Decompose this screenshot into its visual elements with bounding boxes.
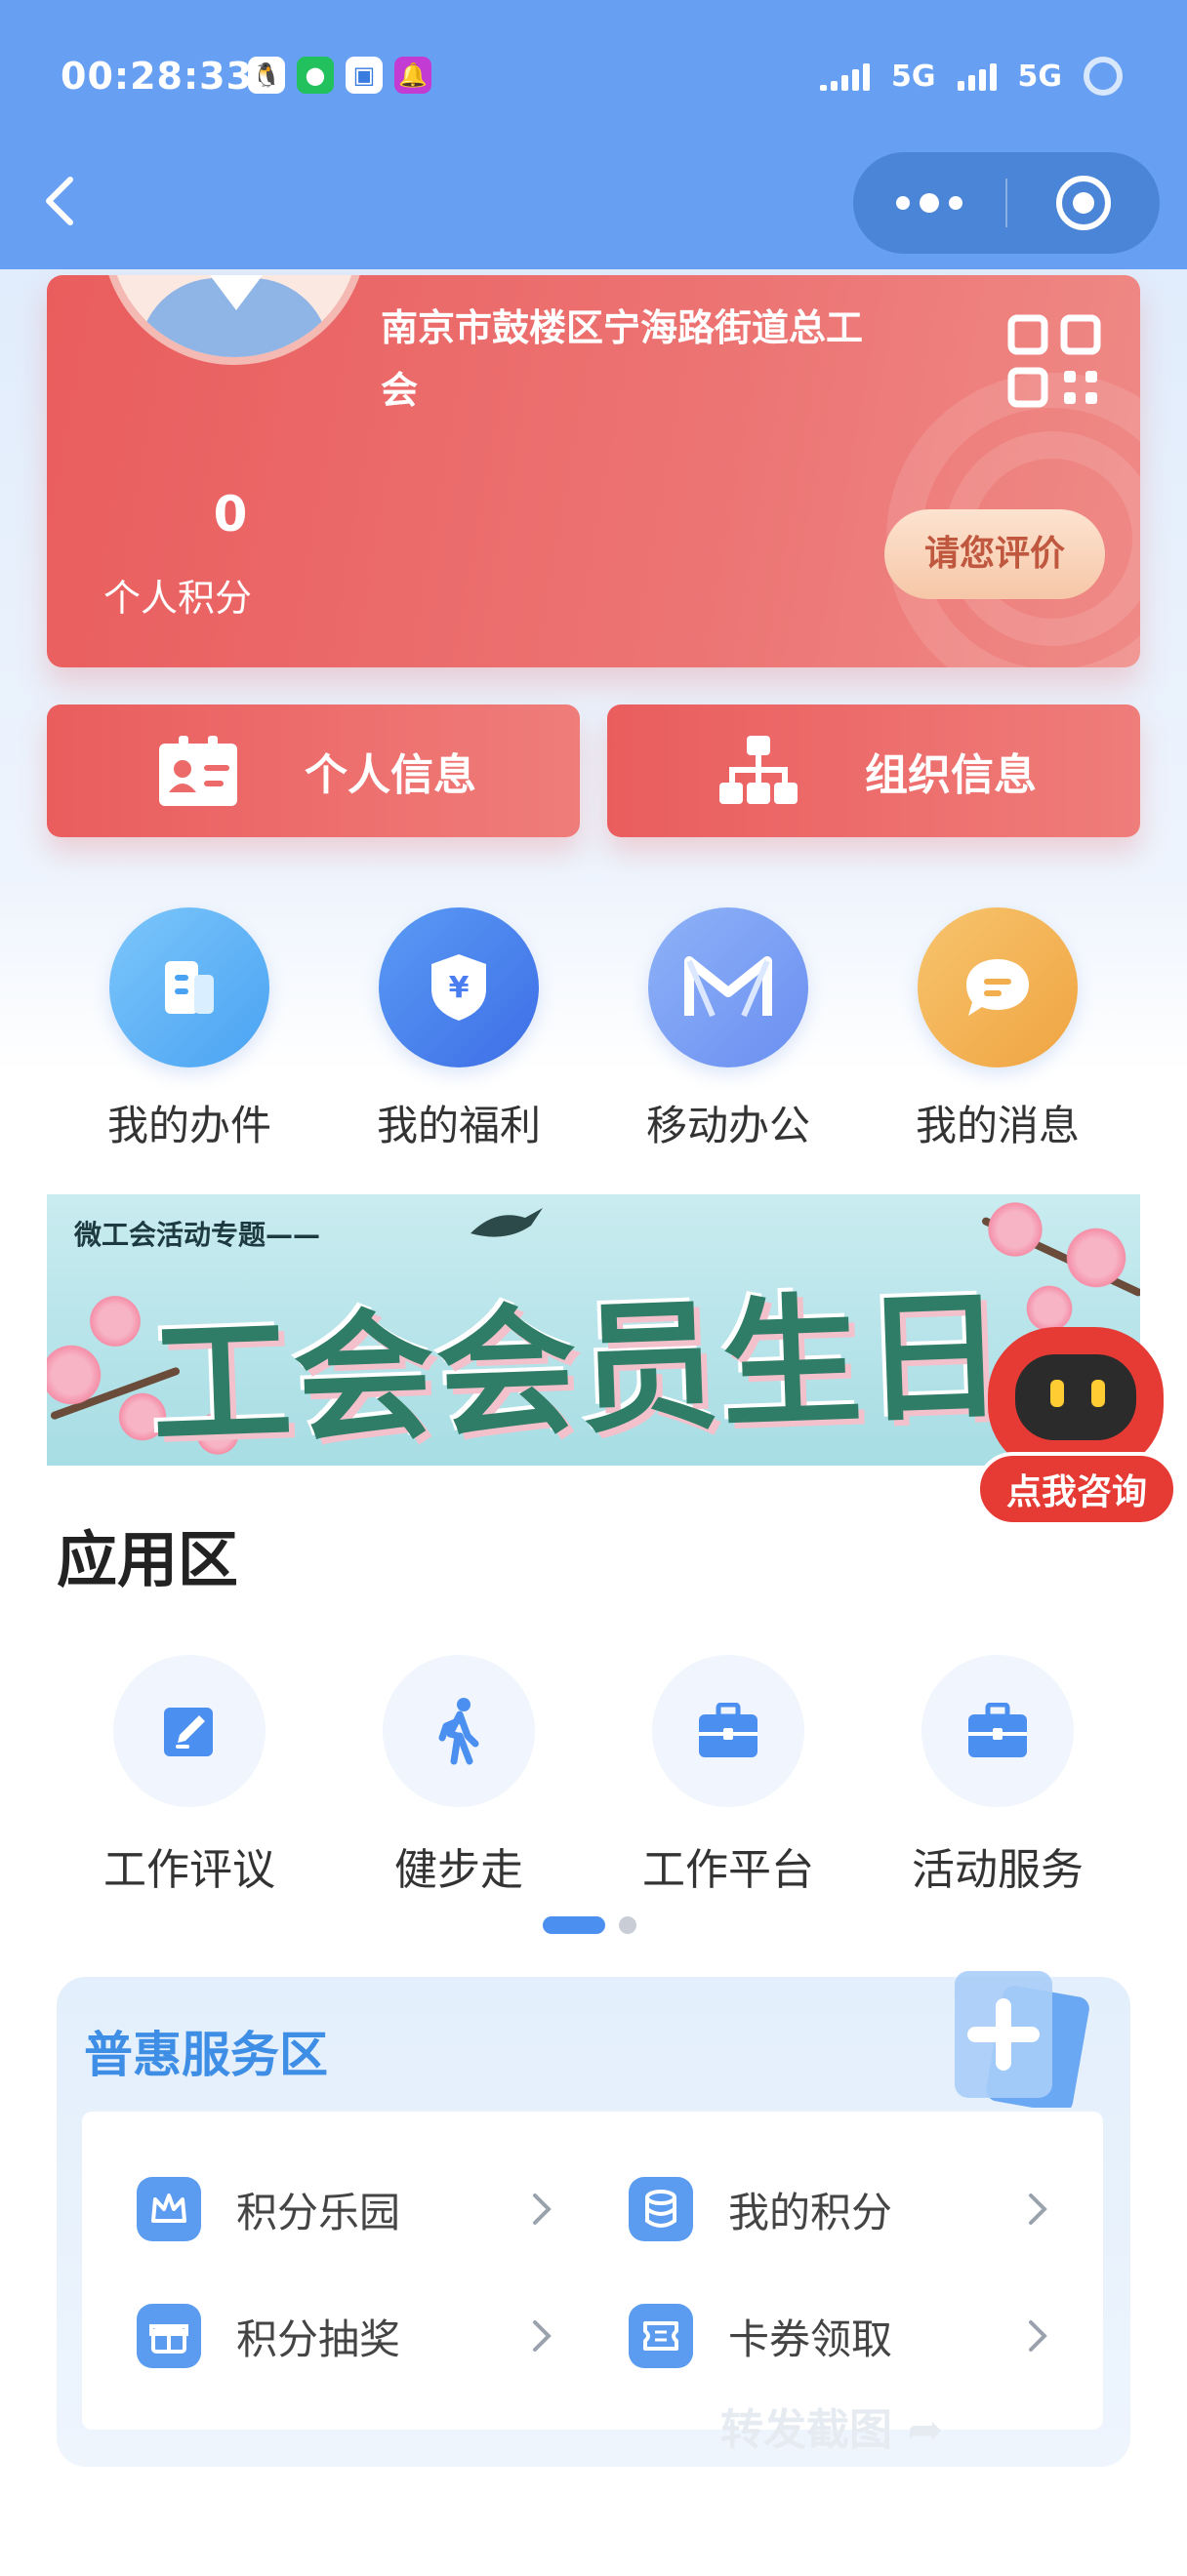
quick-my-welfare[interactable]: ¥ 我的福利 xyxy=(371,907,547,1152)
quick-label: 我的福利 xyxy=(376,1102,541,1149)
wechat-icon: ● xyxy=(297,57,334,94)
points-label: 个人积分 xyxy=(103,577,253,620)
document-icon xyxy=(109,907,269,1067)
organization-info-button[interactable]: 组织信息 xyxy=(607,704,1140,837)
m-logo-icon xyxy=(648,907,808,1067)
qq-icon: 🐧 xyxy=(248,57,285,94)
app-walking[interactable]: 健步走 xyxy=(361,1655,556,1897)
benefit-label: 我的积分 xyxy=(728,2188,893,2236)
assistant-robot-button[interactable]: 点我咨询 xyxy=(976,1308,1177,1551)
qr-code-icon[interactable] xyxy=(1007,314,1101,408)
loading-icon xyxy=(1084,57,1123,96)
chevron-right-icon xyxy=(533,2194,552,2225)
status-indicators: 5G 5G xyxy=(820,57,1123,96)
app-work-platform[interactable]: 工作平台 xyxy=(631,1655,826,1897)
benefit-item-my-points[interactable]: 我的积分 xyxy=(629,2170,1058,2248)
benefit-item-points-lottery[interactable]: 积分抽奖 xyxy=(137,2297,556,2375)
briefcase-icon xyxy=(921,1655,1074,1807)
id-card-icon xyxy=(154,732,242,810)
signal-icon xyxy=(820,61,870,91)
share-screenshot-watermark: 转发截图 ➦ xyxy=(720,2405,944,2455)
app-label: 健步走 xyxy=(394,1845,523,1895)
top-bar: 00:28:33 🐧 ● ▣ 🔔 5G 5G xyxy=(0,0,1187,269)
chevron-right-icon xyxy=(533,2320,552,2352)
organization-name: 南京市鼓楼区宁海路街道总工会 xyxy=(381,306,864,412)
points-value: 0 xyxy=(213,486,248,543)
org-chart-icon xyxy=(715,732,802,810)
chat-app-icon: ▣ xyxy=(346,57,383,94)
crown-icon xyxy=(137,2177,201,2241)
app-activity-service[interactable]: 活动服务 xyxy=(900,1655,1095,1897)
back-arrow-icon[interactable] xyxy=(37,172,86,230)
quick-mobile-office[interactable]: 移动办公 xyxy=(640,907,816,1152)
close-target-icon[interactable] xyxy=(1007,176,1160,230)
benefit-panel: 积分乐园 我的积分 积分抽奖 卡券领取 xyxy=(82,2112,1103,2430)
page-dot[interactable] xyxy=(619,1916,636,1934)
profile-card: 南京市鼓楼区宁海路街道总工会 0 个人积分 请您评价 xyxy=(47,275,1140,667)
organization-info-label: 组织信息 xyxy=(865,750,1037,800)
swallow-icon xyxy=(471,1208,543,1237)
status-app-icons: 🐧 ● ▣ 🔔 xyxy=(248,57,431,94)
chevron-right-icon xyxy=(1029,2320,1047,2352)
plus-card-decoration-icon xyxy=(955,1971,1089,2108)
quick-label: 我的办件 xyxy=(106,1102,271,1149)
assistant-label: 点我咨询 xyxy=(976,1452,1177,1526)
message-icon xyxy=(918,907,1078,1067)
svg-text:¥: ¥ xyxy=(449,971,470,1005)
signal-icon-2 xyxy=(957,61,997,91)
quick-my-messages[interactable]: 我的消息 xyxy=(910,907,1085,1152)
network-type-1: 5G xyxy=(891,59,936,94)
benefit-service-area: 普惠服务区 积分乐园 我的积分 积分抽奖 卡券领取 xyxy=(57,1971,1130,2467)
app-label: 工作平台 xyxy=(642,1845,814,1895)
status-time: 00:28:33 xyxy=(61,55,254,98)
personal-info-button[interactable]: 个人信息 xyxy=(47,704,580,837)
bell-app-icon: 🔔 xyxy=(394,57,431,94)
benefit-label: 卡券领取 xyxy=(728,2314,893,2363)
app-label: 活动服务 xyxy=(912,1845,1084,1895)
avatar[interactable] xyxy=(102,275,367,365)
benefit-area-title: 普惠服务区 xyxy=(84,2027,328,2083)
rate-button[interactable]: 请您评价 xyxy=(884,509,1105,599)
benefit-label: 积分抽奖 xyxy=(236,2314,401,2363)
walking-icon xyxy=(383,1655,535,1807)
app-label: 工作评议 xyxy=(103,1845,275,1895)
mini-program-capsule xyxy=(853,152,1160,254)
gift-icon xyxy=(137,2304,201,2368)
quick-label: 我的消息 xyxy=(915,1102,1080,1149)
page-indicator[interactable] xyxy=(543,1916,636,1934)
more-icon[interactable] xyxy=(853,193,1005,213)
benefit-item-points-park[interactable]: 积分乐园 xyxy=(137,2170,556,2248)
quick-my-cases[interactable]: 我的办件 xyxy=(102,907,277,1152)
chevron-right-icon xyxy=(1029,2194,1047,2225)
edit-icon xyxy=(113,1655,266,1807)
yuan-icon: ¥ xyxy=(379,907,539,1067)
network-type-2: 5G xyxy=(1017,59,1063,94)
coins-icon xyxy=(629,2177,693,2241)
page-dot-active[interactable] xyxy=(543,1916,605,1934)
quick-label: 移动办公 xyxy=(645,1102,810,1149)
app-work-evaluation[interactable]: 工作评议 xyxy=(92,1655,287,1897)
benefit-label: 积分乐园 xyxy=(236,2188,401,2236)
banner-subtitle: 微工会活动专题—— xyxy=(74,1219,321,1251)
benefit-item-coupons[interactable]: 卡券领取 xyxy=(629,2297,1058,2375)
briefcase-icon xyxy=(652,1655,804,1807)
ticket-icon xyxy=(629,2304,693,2368)
personal-info-label: 个人信息 xyxy=(305,750,476,800)
app-area-title: 应用区 xyxy=(57,1524,239,1595)
